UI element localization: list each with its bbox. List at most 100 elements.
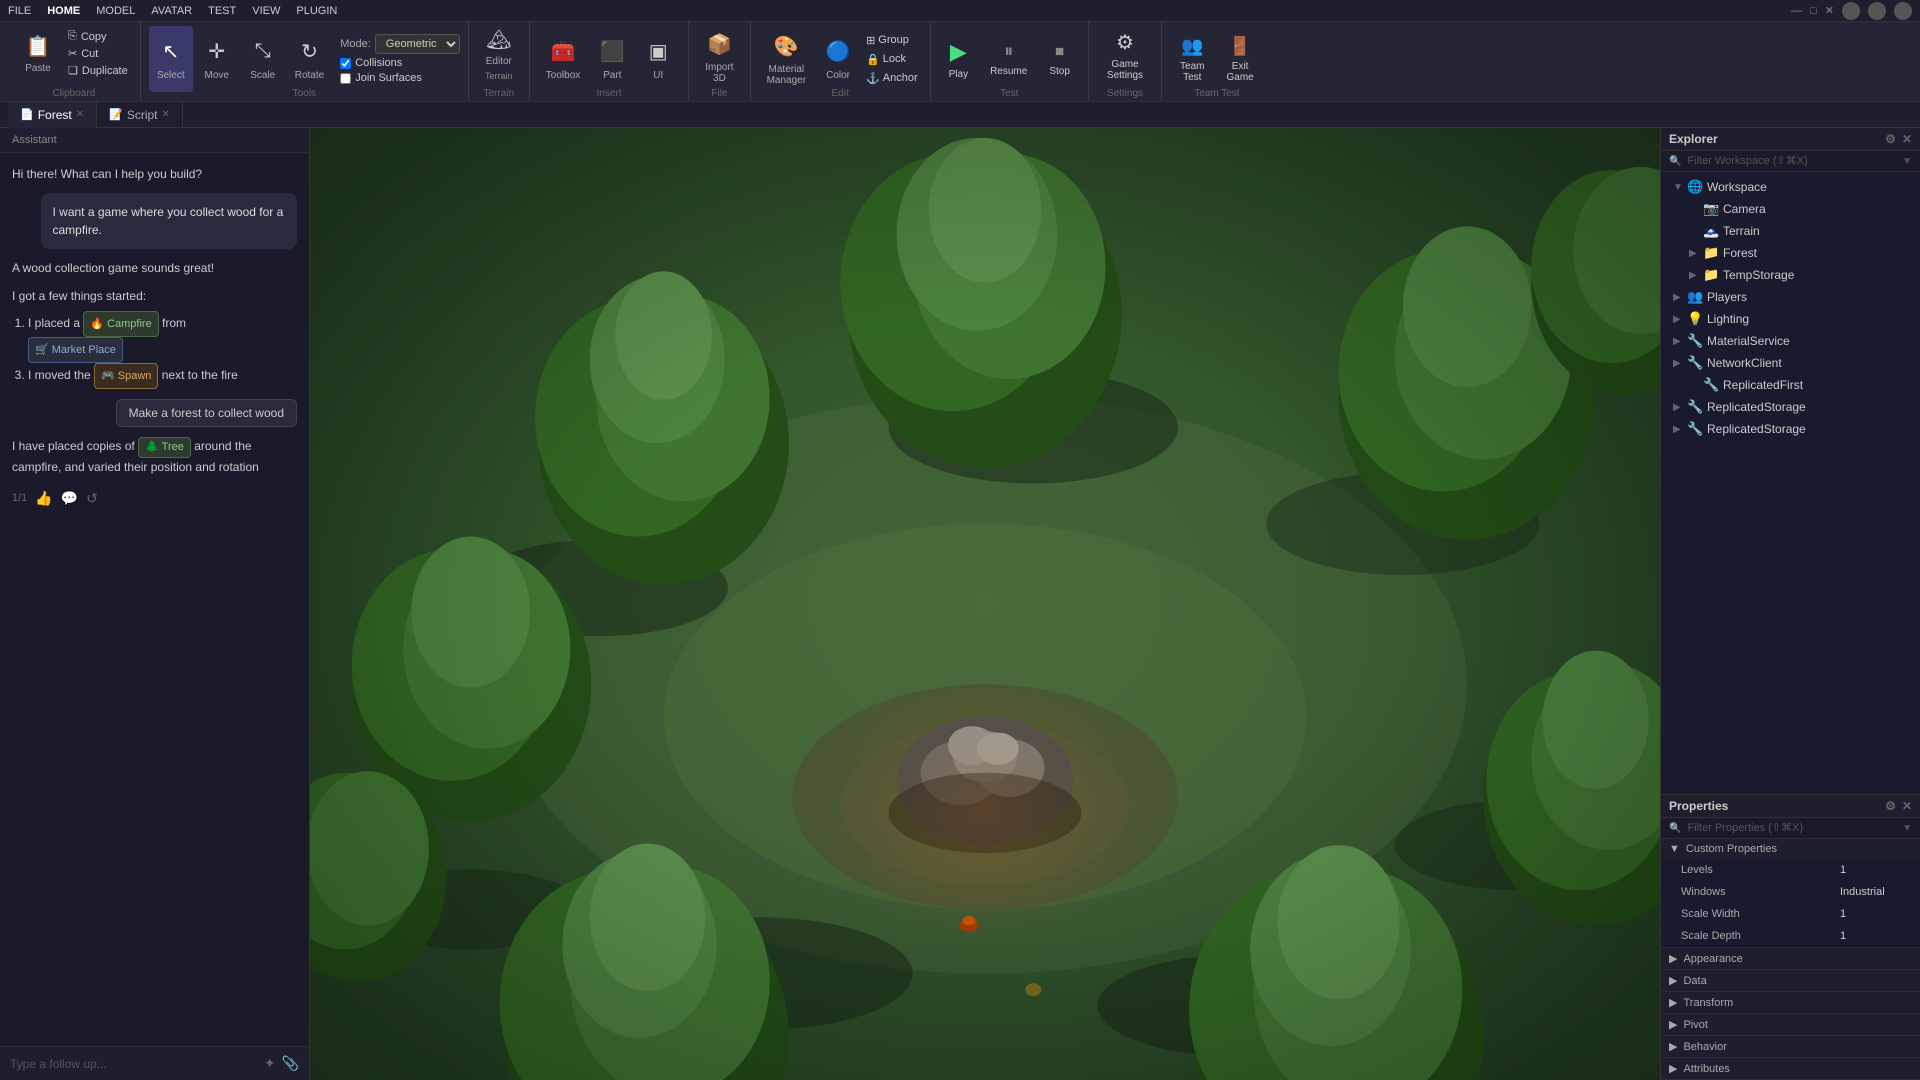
custom-properties-header[interactable]: ▼ Custom Properties [1661,839,1920,859]
explorer-filter-input[interactable] [1687,155,1896,167]
players-icon: 👥 [1687,289,1703,305]
resume-icon: ⏸ [1004,41,1013,62]
tree-item-workspace[interactable]: ▼ 🌐 Workspace [1661,176,1920,198]
mode-select[interactable]: Geometric [375,34,460,54]
greeting-message: Hi there! What can I help you build? [12,165,297,183]
lighting-label: Lighting [1707,312,1749,326]
explorer-filter-arrow[interactable]: ▼ [1902,156,1912,167]
color-button[interactable]: 🔵 Color [816,26,860,92]
import3d-button[interactable]: 📦 Import 3D [697,26,741,88]
transform-header[interactable]: ▶ Transform [1661,992,1920,1013]
material-manager-button[interactable]: 🎨 Material Manager [759,26,814,92]
replicatedstorage1-icon: 🔧 [1687,399,1703,415]
join-surfaces-label: Join Surfaces [355,72,422,84]
rotate-button[interactable]: ↻ Rotate [287,26,332,92]
thumbs-down-button[interactable]: 💬 [61,490,78,507]
replicatedstorage1-arrow: ▶ [1673,402,1683,413]
appearance-header[interactable]: ▶ Appearance [1661,948,1920,969]
copy-button[interactable]: ⎘ Copy [64,29,132,44]
menu-file[interactable]: FILE [8,5,31,17]
attachment-button[interactable]: 📎 [282,1055,299,1072]
tab-forest-close[interactable]: ✕ [76,109,84,120]
data-header[interactable]: ▶ Data [1661,970,1920,991]
collisions-checkbox[interactable] [340,58,351,69]
menu-bar-right: — □ ✕ [1791,2,1912,20]
settings-icon: ⚙ [1116,30,1134,55]
appearance-section: ▶ Appearance [1661,948,1920,970]
tab-forest[interactable]: 📄 Forest ✕ [8,102,97,128]
minimize-icon[interactable]: — [1791,5,1802,17]
forest-arrow: ▶ [1689,248,1699,259]
tab-script-close[interactable]: ✕ [162,109,170,120]
explorer-close-icon[interactable]: ✕ [1902,132,1912,146]
viewport[interactable] [310,128,1660,1080]
refresh-button[interactable]: ↺ [86,490,98,507]
properties-filter-input[interactable] [1687,822,1896,834]
list-item-2: I moved the 🎮 Spawn next to the fire [28,363,297,389]
properties-settings-icon[interactable]: ⚙ [1885,799,1896,813]
tree-item-replicatedfirst[interactable]: 🔧 ReplicatedFirst [1661,374,1920,396]
paste-button[interactable]: 📋 Paste [16,30,60,78]
menu-model[interactable]: MODEL [96,5,135,17]
menu-home[interactable]: HOME [47,5,80,17]
suggestion-button[interactable]: Make a forest to collect wood [116,399,297,427]
join-surfaces-checkbox[interactable] [340,73,351,84]
workspace-label: Workspace [1707,180,1767,194]
move-button[interactable]: ✛ Move [195,26,239,92]
rotate-icon: ↻ [295,38,323,66]
game-settings-button[interactable]: ⚙ Game Settings [1097,26,1153,85]
editor-terrain-button[interactable]: 🏔 Editor Terrain [477,26,521,82]
menu-view[interactable]: VIEW [252,5,280,17]
networkclient-label: NetworkClient [1707,356,1782,370]
duplicate-button[interactable]: ❏ Duplicate [64,63,132,78]
tree-item-forest[interactable]: ▶ 📁 Forest [1661,242,1920,264]
anchor-button[interactable]: ⚓ Anchor [862,70,922,87]
assistant-input-field[interactable] [10,1057,258,1071]
toolbox-button[interactable]: 🧰 Toolbox [538,26,588,92]
explorer-settings-icon[interactable]: ⚙ [1885,132,1896,146]
properties-filter-arrow[interactable]: ▼ [1902,823,1912,834]
custom-properties-label: Custom Properties [1686,843,1777,855]
tree-item-replicatedstorage-2[interactable]: ▶ 🔧 ReplicatedStorage [1661,418,1920,440]
stop-button[interactable]: ⏹ Stop [1039,26,1080,92]
tree-item-networkclient[interactable]: ▶ 🔧 NetworkClient [1661,352,1920,374]
file-label: File [711,88,727,99]
tab-script[interactable]: 📝 Script ✕ [97,102,183,128]
play-button[interactable]: ▶ Play [939,26,978,92]
players-label: Players [1707,290,1747,304]
thumbs-up-button[interactable]: 👍 [35,490,52,507]
exit-game-button[interactable]: 🚪 Exit Game [1217,26,1264,92]
tree-item-lighting[interactable]: ▶ 💡 Lighting [1661,308,1920,330]
tree-item-terrain[interactable]: 🗻 Terrain [1661,220,1920,242]
resume-button[interactable]: ⏸ Resume [980,26,1037,92]
tree-item-tempstorage[interactable]: ▶ 📁 TempStorage [1661,264,1920,286]
close-icon[interactable]: ✕ [1825,4,1834,17]
select-button[interactable]: ↖ Select [149,26,193,92]
menu-avatar[interactable]: AVATAR [151,5,192,17]
prop-row-levels: Levels 1 [1661,859,1920,881]
properties-panel: Properties ⚙ ✕ 🔍 ▼ ▼ Custom Properties L… [1661,794,1920,1080]
sparkle-button[interactable]: ✦ [264,1055,276,1072]
attributes-header[interactable]: ▶ Attributes [1661,1058,1920,1079]
properties-close-icon[interactable]: ✕ [1902,799,1912,813]
appearance-arrow: ▶ [1669,952,1677,965]
group-button[interactable]: ⊞ Group [862,32,922,49]
pivot-header[interactable]: ▶ Pivot [1661,1014,1920,1035]
tree-item-camera[interactable]: 📷 Camera [1661,198,1920,220]
cut-button[interactable]: ✂ Cut [64,46,132,61]
behavior-header[interactable]: ▶ Behavior [1661,1036,1920,1057]
tree-item-materialservice[interactable]: ▶ 🔧 MaterialService [1661,330,1920,352]
tree-item-replicatedstorage-1[interactable]: ▶ 🔧 ReplicatedStorage [1661,396,1920,418]
scale-button[interactable]: ⤡ Scale [241,26,285,92]
menu-plugin[interactable]: PLUGIN [296,5,337,17]
lock-button[interactable]: 🔒 Lock [862,51,922,68]
team-test-button[interactable]: 👥 Team Test [1170,26,1214,92]
custom-properties-arrow: ▼ [1669,843,1680,855]
tree-item-players[interactable]: ▶ 👥 Players [1661,286,1920,308]
maximize-icon[interactable]: □ [1810,5,1817,17]
ui-button[interactable]: ▣ UI [636,26,680,92]
networkclient-icon: 🔧 [1687,355,1703,371]
part-button[interactable]: ⬛ Part [590,26,634,92]
workspace-icon: 🌐 [1687,179,1703,195]
menu-test[interactable]: TEST [208,5,236,17]
